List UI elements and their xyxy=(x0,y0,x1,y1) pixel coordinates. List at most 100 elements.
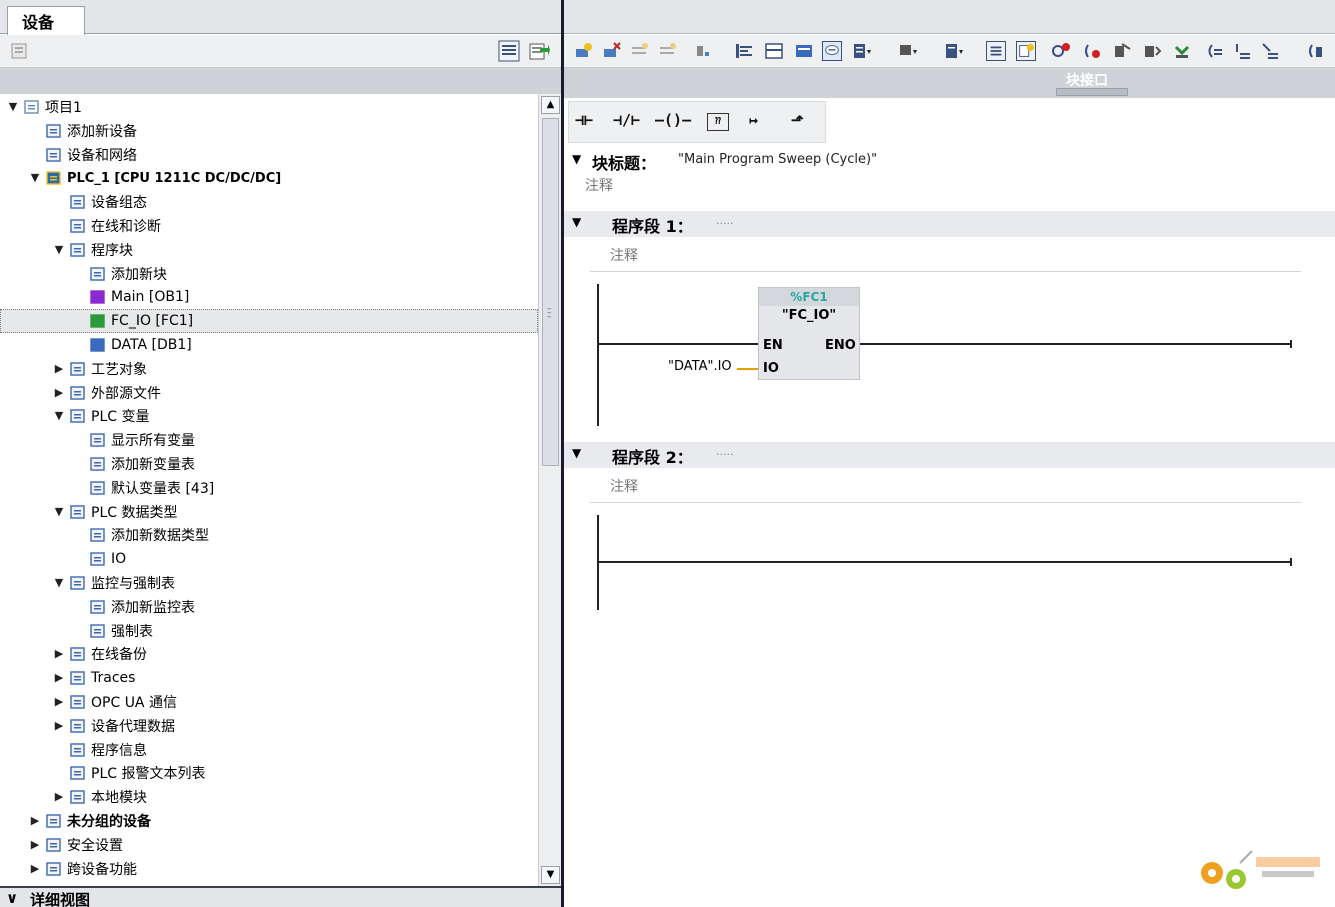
tree-item[interactable]: ▼ 项目1 xyxy=(0,95,538,119)
network-1-header[interactable]: ▼ 程序段 1： ..... xyxy=(564,211,1335,237)
tree-item[interactable]: ▼ 监控与强制表 xyxy=(0,571,538,595)
tree-item[interactable]: 强制表 xyxy=(0,619,538,643)
scroll-up-button[interactable]: ▲ xyxy=(541,96,560,114)
tree-item[interactable]: ▶ OPC UA 通信 xyxy=(0,690,538,714)
tree-item[interactable]: ▼ 程序块 xyxy=(0,238,538,262)
network-2-comment[interactable]: 注释 xyxy=(610,476,638,496)
tree-expander-icon[interactable]: ▼ xyxy=(52,576,66,590)
tree-item[interactable]: ▶ 在线备份 xyxy=(0,642,538,666)
block-title-value[interactable]: "Main Program Sweep (Cycle)" xyxy=(678,152,877,167)
scroll-thumb[interactable]: – – – xyxy=(542,118,559,466)
network-display-icon[interactable] xyxy=(794,41,814,61)
tree-item[interactable]: 设备和网络 xyxy=(0,143,538,167)
no-contact-icon[interactable]: ⊣⊢ xyxy=(575,111,593,135)
tree-item[interactable]: IO xyxy=(0,547,538,571)
breakpoint-icon[interactable] xyxy=(1082,41,1102,61)
collapse-network-2-icon[interactable]: ▼ xyxy=(572,446,581,460)
tree-item[interactable]: ▶ Traces xyxy=(0,666,538,690)
tree-item[interactable]: 默认变量表 [43] xyxy=(0,476,538,500)
tree-item[interactable]: 添加新块 xyxy=(0,262,538,286)
monitor-icon[interactable] xyxy=(898,41,918,61)
tree-item[interactable]: ▶ 安全设置 xyxy=(0,833,538,857)
fc-call-box[interactable]: %FC1 "FC_IO" EN ENO IO xyxy=(758,287,860,380)
tree-item[interactable]: 添加新数据类型 xyxy=(0,523,538,547)
empty-box-icon[interactable]: ⁇ xyxy=(707,113,729,131)
block-interface-bar[interactable]: 块接口 xyxy=(564,68,1335,98)
absolute-operands-icon[interactable] xyxy=(764,41,784,61)
collapse-block-title-icon[interactable]: ▼ xyxy=(572,152,581,166)
tree-item[interactable]: ▶ 未分组的设备 xyxy=(0,809,538,833)
tree-item[interactable]: 显示所有变量 xyxy=(0,428,538,452)
run-to-icon[interactable] xyxy=(1172,41,1192,61)
detail-view-bar[interactable]: ∨ 详细视图 xyxy=(0,886,562,907)
table-view-icon[interactable] xyxy=(498,40,520,62)
tree-item[interactable]: 程序信息 xyxy=(0,738,538,762)
network-1-comment[interactable]: 注释 xyxy=(610,245,638,265)
tree-item[interactable]: ▶ 设备代理数据 xyxy=(0,714,538,738)
tree-item[interactable]: ▶ 外部源文件 xyxy=(0,381,538,405)
tree-item[interactable]: ▶ 跨设备功能 xyxy=(0,857,538,881)
scroll-down-button[interactable]: ▼ xyxy=(541,866,560,884)
network-1-title-placeholder[interactable]: ..... xyxy=(716,214,733,227)
reset-breakpoint-icon[interactable] xyxy=(1052,41,1072,61)
export-icon[interactable] xyxy=(528,40,550,62)
favorites-icon[interactable] xyxy=(852,41,872,61)
tree-expander-icon[interactable]: ▶ xyxy=(52,647,66,661)
align-left-icon[interactable] xyxy=(734,41,754,61)
tree-item[interactable]: 添加新设备 xyxy=(0,119,538,143)
tree-expander-icon[interactable]: ▶ xyxy=(28,862,42,876)
tree-expander-icon[interactable]: ▼ xyxy=(28,171,42,185)
list-view-icon[interactable] xyxy=(986,41,1006,61)
insert-row-icon[interactable] xyxy=(630,41,650,61)
block-interface-splitter[interactable] xyxy=(1056,88,1128,96)
coil-icon[interactable]: –()– xyxy=(655,111,691,135)
tree-expander-icon[interactable]: ▶ xyxy=(28,838,42,852)
step-into-icon[interactable] xyxy=(1142,41,1162,61)
tree-item[interactable]: ▼ PLC 数据类型 xyxy=(0,500,538,524)
tree-item[interactable]: ▼ PLC_1 [CPU 1211C DC/DC/DC] xyxy=(0,166,538,190)
tree-expander-icon[interactable]: ▶ xyxy=(28,814,42,828)
tree-item[interactable]: 添加新监控表 xyxy=(0,595,538,619)
block-title-header[interactable]: ▼ 块标题： "Main Program Sweep (Cycle)" xyxy=(564,148,1335,174)
insert-network-icon[interactable] xyxy=(574,41,594,61)
tree-item[interactable]: 设备组态 xyxy=(0,190,538,214)
network-2-header[interactable]: ▼ 程序段 2： ..... xyxy=(564,442,1335,468)
delete-network-icon[interactable] xyxy=(602,41,622,61)
tree-expander-icon[interactable]: ▶ xyxy=(52,719,66,733)
more-tools-icon[interactable] xyxy=(1306,41,1326,61)
branch-icon[interactable] xyxy=(694,41,714,61)
tree-item[interactable]: PLC 报警文本列表 xyxy=(0,761,538,785)
device-view-icon[interactable] xyxy=(8,40,30,62)
close-branch-icon[interactable]: ⬏ xyxy=(791,111,804,135)
tree-expander-icon[interactable]: ▼ xyxy=(52,505,66,519)
tree-item[interactable]: ▶ 工艺对象 xyxy=(0,357,538,381)
step-over-icon[interactable] xyxy=(1112,41,1132,61)
collapse-network-1-icon[interactable]: ▼ xyxy=(572,215,581,229)
tree-expander-icon[interactable]: ▼ xyxy=(52,409,66,423)
add-row-icon[interactable] xyxy=(658,41,678,61)
tree-scrollbar[interactable]: ▲ – – – ▼ xyxy=(538,94,561,886)
tab-devices[interactable]: 设备 xyxy=(7,6,85,35)
indent-icon[interactable] xyxy=(1232,41,1252,61)
tree-expander-icon[interactable]: ▶ xyxy=(52,386,66,400)
block-comment[interactable]: 注释 xyxy=(585,175,613,195)
comments-toggle-icon[interactable] xyxy=(822,41,842,61)
tree-expander-icon[interactable]: ▼ xyxy=(52,243,66,257)
outdent-icon[interactable] xyxy=(1260,41,1280,61)
network-2-title-placeholder[interactable]: ..... xyxy=(716,445,733,458)
tree-expander-icon[interactable]: ▶ xyxy=(52,671,66,685)
wizard-icon[interactable] xyxy=(1016,41,1036,61)
tree-item[interactable]: ▶ 本地模块 xyxy=(0,785,538,809)
tree-item[interactable]: Main [OB1] xyxy=(0,285,538,309)
go-to-icon[interactable] xyxy=(944,41,964,61)
tree-item[interactable]: 在线和诊断 xyxy=(0,214,538,238)
tree-expander-icon[interactable]: ▶ xyxy=(52,790,66,804)
tree-expander-icon[interactable]: ▶ xyxy=(52,362,66,376)
nc-contact-icon[interactable]: ⊣/⊢ xyxy=(613,111,640,135)
tree-item[interactable]: 添加新变量表 xyxy=(0,452,538,476)
call-hierarchy-icon[interactable] xyxy=(1204,41,1224,61)
tree-item[interactable]: FC_IO [FC1] xyxy=(0,309,538,334)
tree-expander-icon[interactable]: ▼ xyxy=(6,100,20,114)
tree-expander-icon[interactable]: ▶ xyxy=(52,695,66,709)
open-branch-icon[interactable]: ↦ xyxy=(749,111,758,135)
